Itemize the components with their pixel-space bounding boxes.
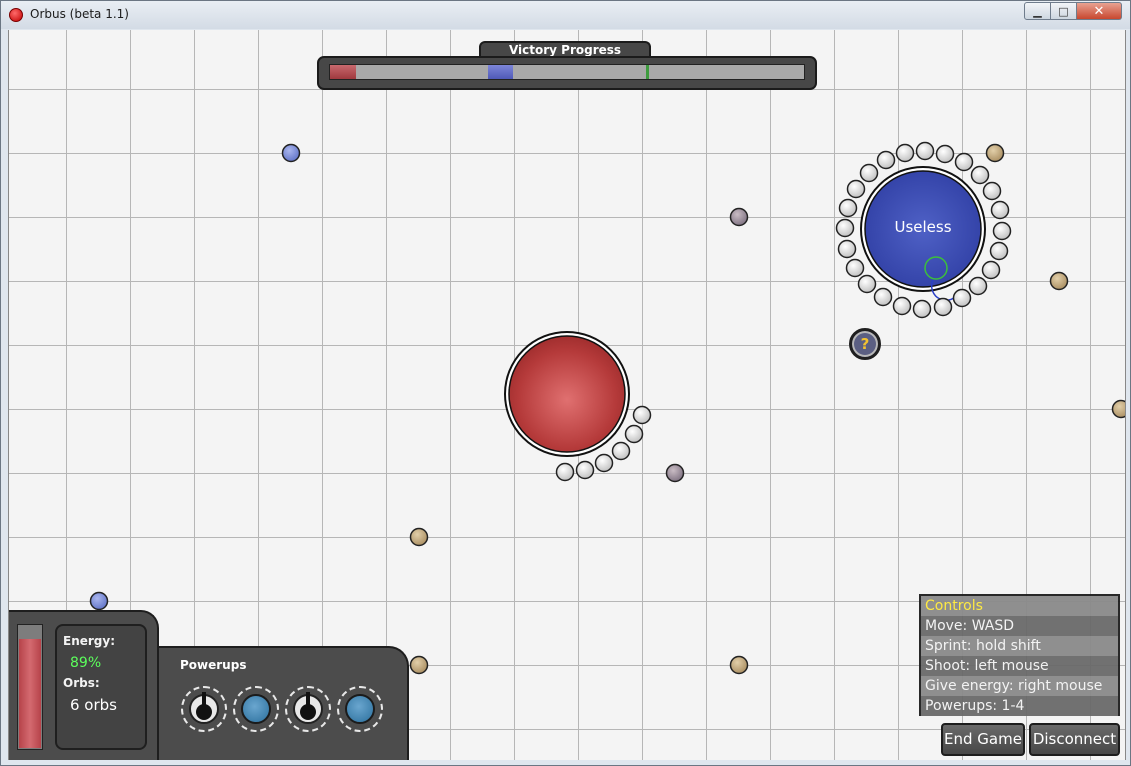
bomb-icon (189, 692, 219, 724)
close-button[interactable]: ✕ (1077, 2, 1122, 20)
neutral-orb (665, 463, 685, 483)
energy-value: 89% (70, 655, 102, 671)
powerup-slot-4[interactable] (337, 686, 383, 732)
energy-label: Energy: (63, 634, 116, 648)
game-canvas[interactable]: Useless ? Victory Progress Energy: 89% O… (8, 30, 1126, 760)
powerup-slot-1[interactable] (181, 686, 227, 732)
app-icon (9, 8, 23, 22)
player-name-label: Useless (894, 218, 952, 236)
red-team-progress (330, 65, 356, 79)
control-move: Move: WASD (921, 616, 1118, 636)
blue-team-progress (488, 65, 513, 79)
control-sprint: Sprint: hold shift (921, 636, 1118, 656)
end-game-button[interactable]: End Game (941, 723, 1025, 756)
powerups-title: Powerups (180, 658, 247, 672)
neutral-orb (409, 655, 429, 675)
window-controls: ▁ □ ✕ (1024, 2, 1122, 21)
neutral-orb (729, 655, 749, 675)
disconnect-button[interactable]: Disconnect (1029, 723, 1120, 756)
green-team-progress (646, 65, 649, 79)
neutral-orb (1049, 271, 1069, 291)
neutral-orb (409, 527, 429, 547)
victory-progress-panel (317, 56, 817, 90)
controls-panel: Controls Move: WASD Sprint: hold shift S… (919, 594, 1120, 716)
victory-progress-bar (329, 64, 805, 80)
energy-bar (17, 624, 43, 750)
minimize-button[interactable]: ▁ (1024, 2, 1051, 20)
control-shoot: Shoot: left mouse (921, 656, 1118, 676)
neutral-orb (729, 207, 749, 227)
title-bar[interactable]: Orbus (beta 1.1) ▁ □ ✕ (1, 1, 1130, 29)
neutral-orb (89, 591, 109, 611)
orb-icon (345, 694, 375, 724)
stats-box: Energy: 89% Orbs: 6 orbs (55, 624, 147, 750)
neutral-orb (985, 143, 1005, 163)
maximize-button[interactable]: □ (1051, 2, 1077, 20)
app-window: Orbus (beta 1.1) ▁ □ ✕ Useless ? Victory… (0, 0, 1131, 766)
powerup-slot-3[interactable] (285, 686, 331, 732)
controls-title: Controls (921, 596, 1118, 616)
control-powerups: Powerups: 1-4 (921, 696, 1118, 716)
neutral-orb (281, 143, 301, 163)
neutral-orb (1111, 399, 1125, 419)
powerups-panel: Powerups (159, 646, 409, 760)
status-panel: Energy: 89% Orbs: 6 orbs (9, 610, 159, 760)
orbs-value: 6 orbs (70, 696, 117, 714)
red-player-orb (504, 331, 630, 457)
window-title: Orbus (beta 1.1) (30, 7, 129, 21)
control-give-energy: Give energy: right mouse (921, 676, 1118, 696)
powerup-slot-2[interactable] (233, 686, 279, 732)
energy-bar-fill (19, 639, 41, 748)
orbs-label: Orbs: (63, 676, 100, 690)
orb-icon (241, 694, 271, 724)
mystery-powerup-icon: ? (849, 328, 881, 360)
bomb-icon (293, 692, 323, 724)
